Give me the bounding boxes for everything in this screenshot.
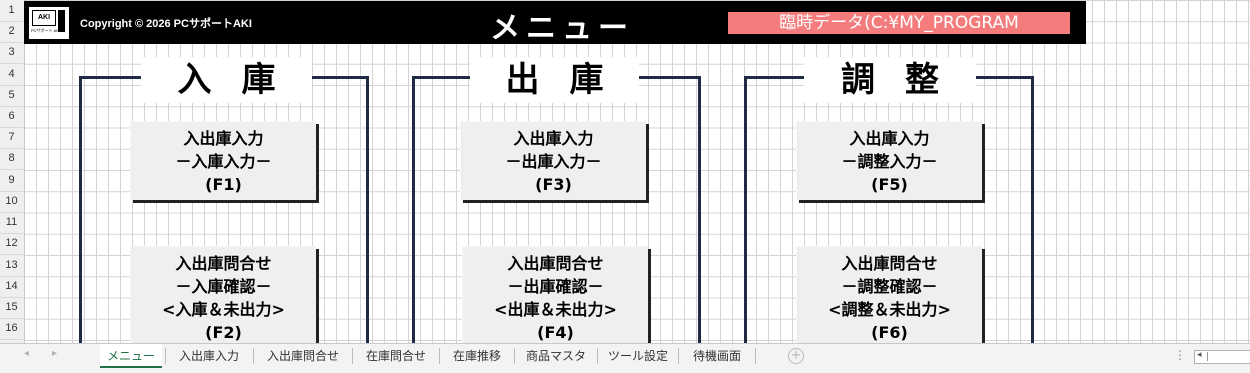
section-frame-right [698, 76, 701, 343]
tab-tool-settings[interactable]: ツール設定 [600, 344, 676, 368]
row-number[interactable]: 13 [0, 255, 23, 277]
section-frame-top-left [79, 76, 141, 79]
tab-divider [514, 348, 515, 364]
row-number[interactable]: 3 [0, 42, 23, 64]
tab-inventory-inquiry[interactable]: 在庫問合せ [355, 344, 437, 368]
row-number[interactable]: 5 [0, 85, 23, 107]
button-sublabel: <入庫＆未出力> [162, 300, 285, 319]
button-sublabel: －入庫入力－ [175, 152, 272, 171]
add-sheet-icon[interactable]: + [788, 348, 804, 364]
company-logo: AKI PCサポート AKI [29, 7, 69, 39]
section-frame-top-right [976, 76, 1034, 79]
tab-divider [165, 348, 166, 364]
button-shortcut: (F2) [205, 323, 242, 342]
row-number[interactable]: 16 [0, 318, 23, 340]
tab-stock-input[interactable]: 入出庫入力 [168, 344, 250, 368]
button-label: 入出庫入力 [513, 129, 594, 148]
data-source-badge: 臨時データ(C:¥MY_PROGRAM [728, 12, 1070, 34]
page-title: メニュー [490, 11, 634, 46]
scrollbar-thumb[interactable] [1207, 352, 1250, 361]
button-sublabel: －出庫確認－ [507, 277, 604, 296]
button-label: 入出庫入力 [849, 129, 930, 148]
section-title-receiving: 入庫 [141, 57, 312, 103]
section-title-adjustment: 調整 [804, 57, 976, 103]
row-number[interactable]: 9 [0, 170, 23, 192]
tab-product-master[interactable]: 商品マスタ [517, 344, 595, 368]
button-label: 入出庫問合せ [841, 254, 938, 273]
row-number[interactable]: 1 [0, 0, 23, 22]
row-number[interactable]: 6 [0, 106, 23, 128]
button-sublabel: －調整確認－ [841, 277, 938, 296]
adjustment-inquiry-button[interactable]: 入出庫問合せ －調整確認－ <調整＆未出力> (F6) [796, 246, 982, 343]
row-number[interactable]: 7 [0, 127, 23, 149]
tab-standby-screen[interactable]: 待機画面 [681, 344, 753, 368]
row-number[interactable]: 8 [0, 148, 23, 170]
tab-inventory-trend[interactable]: 在庫推移 [442, 344, 512, 368]
section-frame-left [79, 76, 82, 343]
row-header: 1 2 3 4 5 6 7 8 9 10 11 12 13 14 15 16 [0, 0, 25, 343]
section-title-shipping: 出庫 [470, 57, 639, 103]
button-shortcut: (F6) [871, 323, 908, 342]
button-sublabel: －出庫入力－ [505, 152, 602, 171]
shipping-input-button[interactable]: 入出庫入力 －出庫入力－ (F3) [460, 121, 646, 200]
tab-stock-inquiry[interactable]: 入出庫問合せ [256, 344, 350, 368]
button-shortcut: (F4) [537, 323, 574, 342]
receiving-inquiry-button[interactable]: 入出庫問合せ －入庫確認－ <入庫＆未出力> (F2) [130, 246, 316, 343]
section-frame-top-left [412, 76, 470, 79]
button-shortcut: (F3) [535, 175, 572, 194]
button-sublabel: －入庫確認－ [175, 277, 272, 296]
more-options-icon[interactable]: ⋮ [1174, 348, 1186, 362]
row-number[interactable]: 2 [0, 21, 23, 43]
section-frame-top-left [744, 76, 804, 79]
copyright-text: Copyright © 2026 PCサポートAKI [80, 18, 252, 30]
button-sublabel: <出庫＆未出力> [494, 300, 617, 319]
tab-menu[interactable]: メニュー [100, 344, 162, 368]
button-sublabel: <調整＆未出力> [828, 300, 951, 319]
section-frame-left [412, 76, 415, 343]
shipping-inquiry-button[interactable]: 入出庫問合せ －出庫確認－ <出庫＆未出力> (F4) [462, 246, 648, 343]
sheet-tab-bar: ◂ ▸ メニュー 入出庫入力 入出庫問合せ 在庫問合せ 在庫推移 商品マスタ ツ… [0, 343, 1250, 373]
row-number[interactable]: 11 [0, 212, 23, 234]
row-number[interactable]: 12 [0, 233, 23, 255]
button-shortcut: (F5) [871, 175, 908, 194]
tab-next-icon[interactable]: ▸ [52, 348, 57, 359]
button-sublabel: －調整入力－ [841, 152, 938, 171]
header-bar: AKI PCサポート AKI Copyright © 2026 PCサポートAK… [24, 1, 1086, 46]
adjustment-input-button[interactable]: 入出庫入力 －調整入力－ (F5) [796, 121, 982, 200]
tab-divider [678, 348, 679, 364]
button-label: 入出庫入力 [183, 129, 264, 148]
receiving-input-button[interactable]: 入出庫入力 －入庫入力－ (F1) [130, 121, 316, 200]
section-frame-left [744, 76, 747, 343]
row-number[interactable]: 14 [0, 276, 23, 298]
tab-divider [755, 348, 756, 364]
tab-divider [352, 348, 353, 364]
row-number[interactable]: 15 [0, 297, 23, 319]
logo-text: AKI [32, 10, 56, 26]
horizontal-scrollbar[interactable]: ◂ [1194, 350, 1250, 364]
section-frame-right [366, 76, 369, 343]
tab-divider [597, 348, 598, 364]
scroll-left-icon[interactable]: ◂ [1197, 350, 1202, 360]
button-shortcut: (F1) [205, 175, 242, 194]
section-frame-right [1031, 76, 1034, 343]
button-label: 入出庫問合せ [175, 254, 272, 273]
tab-divider [439, 348, 440, 364]
row-number[interactable]: 4 [0, 64, 23, 86]
logo-subtext: PCサポート AKI [31, 28, 61, 33]
tab-prev-icon[interactable]: ◂ [24, 348, 29, 359]
button-label: 入出庫問合せ [507, 254, 604, 273]
worksheet-grid[interactable]: 1 2 3 4 5 6 7 8 9 10 11 12 13 14 15 16 A… [0, 0, 1250, 343]
section-frame-top-right [312, 76, 369, 79]
tab-divider [253, 348, 254, 364]
section-frame-top-right [639, 76, 701, 79]
row-number[interactable]: 10 [0, 191, 23, 213]
